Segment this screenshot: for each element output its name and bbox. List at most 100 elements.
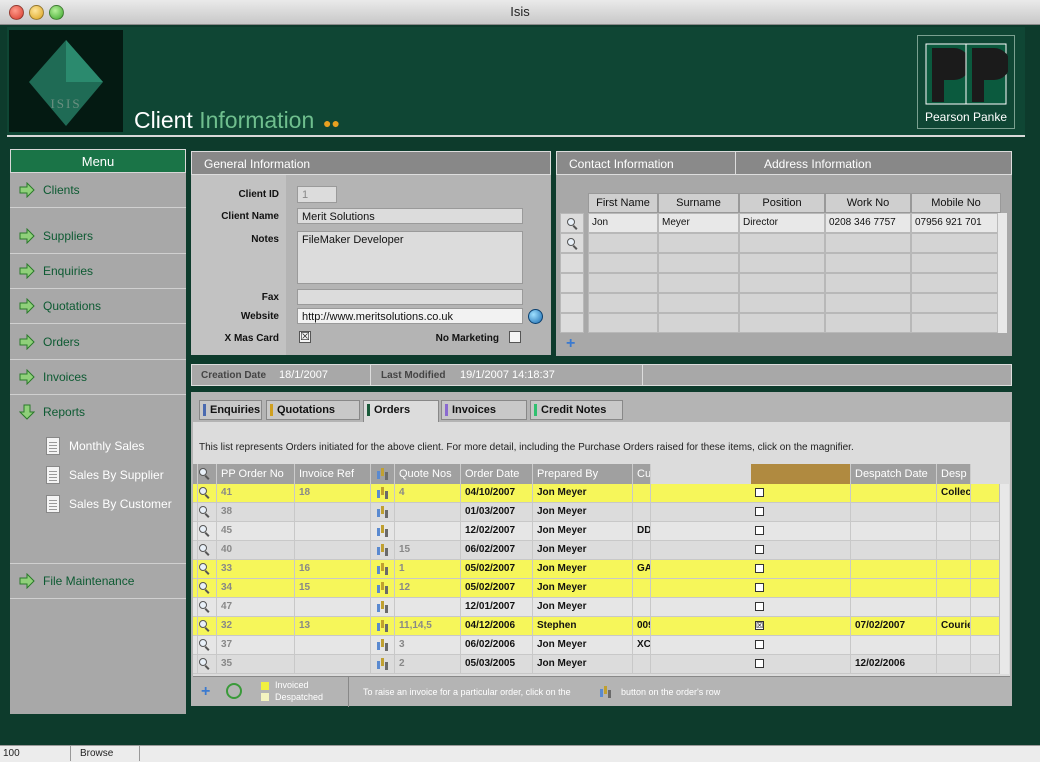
invoice-icon[interactable] — [377, 601, 388, 612]
orders-column-header[interactable]: Customer Ref No — [633, 464, 651, 484]
raise-invoice-cell[interactable] — [371, 541, 395, 559]
contact-cell[interactable] — [588, 233, 658, 253]
order-cell[interactable] — [937, 636, 971, 654]
print-cell[interactable] — [193, 503, 198, 521]
sidebar-item-reports[interactable]: Reports — [10, 395, 186, 429]
order-cell[interactable]: 01/03/2007 — [461, 503, 533, 521]
order-cell[interactable]: 009 — [633, 617, 651, 635]
order-cell[interactable] — [851, 503, 937, 521]
order-row[interactable]: 35 2 05/03/2005 Jon Meyer 12/02/2006 — [193, 655, 999, 674]
contact-cell[interactable] — [825, 313, 911, 333]
order-cell[interactable] — [851, 484, 937, 502]
print-cell[interactable] — [193, 617, 198, 635]
invoice-icon[interactable] — [377, 582, 388, 593]
order-cell[interactable] — [937, 541, 971, 559]
order-cell[interactable] — [633, 655, 651, 673]
orders-column-header[interactable] — [193, 464, 198, 484]
invoice-icon[interactable] — [377, 620, 388, 631]
order-cell[interactable]: Jon Meyer — [533, 560, 633, 578]
order-row[interactable]: 3213 11,14,504/12/2006Stephen009 ☒ 07/02/20… — [193, 617, 999, 636]
order-cell[interactable] — [633, 598, 651, 616]
despatched-checkbox[interactable] — [755, 526, 764, 535]
contact-column-header[interactable]: Work No — [825, 193, 911, 213]
order-cell[interactable]: Jon Meyer — [533, 579, 633, 597]
despatched-checkbox[interactable] — [755, 564, 764, 573]
contact-column-header[interactable]: Mobile No — [911, 193, 1001, 213]
contact-cell[interactable] — [658, 313, 739, 333]
tab-enquiries[interactable]: Enquiries — [199, 400, 262, 420]
add-contact-icon[interactable]: + — [566, 336, 575, 352]
order-cell[interactable]: 4 — [395, 484, 461, 502]
print-cell[interactable] — [193, 579, 198, 597]
order-cell[interactable]: 05/02/2007 — [461, 560, 533, 578]
order-cell[interactable] — [395, 503, 461, 521]
order-cell[interactable] — [295, 636, 371, 654]
magnifier-icon[interactable] — [199, 525, 210, 536]
contact-cell[interactable]: Director — [739, 213, 825, 233]
raise-invoice-cell[interactable] — [371, 560, 395, 578]
order-cell[interactable]: 04/12/2006 — [461, 617, 533, 635]
contact-cell[interactable]: 07956 921 701 — [911, 213, 1001, 233]
raise-invoice-cell[interactable] — [371, 598, 395, 616]
contact-cell[interactable] — [739, 313, 825, 333]
contact-cell[interactable] — [658, 273, 739, 293]
contact-row-selector[interactable] — [560, 253, 584, 273]
order-cell[interactable] — [633, 503, 651, 521]
tab-credit-notes[interactable]: Credit Notes — [530, 400, 623, 420]
tab-address-information[interactable]: Address Information — [735, 151, 1012, 175]
despatched-checkbox[interactable]: ☒ — [755, 621, 764, 630]
invoice-icon[interactable] — [377, 639, 388, 650]
sidebar-item-clients[interactable]: Clients — [10, 173, 186, 208]
contact-column-header[interactable]: Surname — [658, 193, 739, 213]
orders-header-despatch-flag[interactable] — [751, 464, 851, 484]
tab-quotations[interactable]: Quotations — [266, 400, 360, 420]
contact-cell[interactable] — [658, 233, 739, 253]
order-cell[interactable]: 15 — [395, 541, 461, 559]
order-cell[interactable] — [295, 655, 371, 673]
contact-column-header[interactable]: Position — [739, 193, 825, 213]
magnifier-icon[interactable] — [199, 506, 210, 517]
print-cell[interactable] — [193, 484, 198, 502]
order-row[interactable]: 47 12/01/2007 Jon Meyer — [193, 598, 999, 617]
add-order-icon[interactable]: + — [201, 684, 210, 700]
magnifier-icon[interactable] — [199, 544, 210, 555]
order-row[interactable]: 40 15 06/02/2007 Jon Meyer — [193, 541, 999, 560]
print-cell[interactable] — [193, 636, 198, 654]
order-cell[interactable] — [937, 503, 971, 521]
tab-invoices[interactable]: Invoices — [441, 400, 527, 420]
order-cell[interactable] — [851, 598, 937, 616]
orders-column-header[interactable] — [371, 464, 395, 484]
invoice-icon[interactable] — [377, 563, 388, 574]
order-cell[interactable] — [295, 598, 371, 616]
report-item-monthly-sales[interactable]: Monthly Sales — [46, 435, 186, 461]
order-cell[interactable] — [851, 579, 937, 597]
sidebar-item-suppliers[interactable]: Suppliers — [10, 219, 186, 254]
client-id-field[interactable]: 1 — [297, 186, 337, 203]
print-cell[interactable] — [193, 655, 198, 673]
zoom-level[interactable]: 100 — [3, 748, 20, 759]
orders-column-header[interactable]: Invoice Ref — [295, 464, 371, 484]
despatched-checkbox-cell[interactable] — [751, 636, 851, 654]
contact-row-selector[interactable] — [560, 293, 584, 313]
order-cell[interactable] — [633, 579, 651, 597]
despatched-checkbox-cell[interactable] — [751, 484, 851, 502]
despatched-checkbox[interactable] — [755, 507, 764, 516]
order-cell[interactable]: 38 — [217, 503, 295, 521]
order-cell[interactable]: Collection — [937, 484, 971, 502]
magnifier-icon[interactable] — [199, 658, 210, 669]
order-cell[interactable] — [851, 560, 937, 578]
print-cell[interactable] — [193, 541, 198, 559]
despatched-checkbox-cell[interactable] — [751, 579, 851, 597]
order-cell[interactable]: 12/01/2007 — [461, 598, 533, 616]
order-cell[interactable]: 05/03/2005 — [461, 655, 533, 673]
contact-cell[interactable] — [658, 293, 739, 313]
contact-cell[interactable] — [658, 253, 739, 273]
website-field[interactable]: http://www.meritsolutions.co.uk — [297, 308, 523, 324]
order-cell[interactable] — [633, 484, 651, 502]
order-cell[interactable]: Jon Meyer — [533, 484, 633, 502]
order-cell[interactable]: 18 — [295, 484, 371, 502]
raise-invoice-cell[interactable] — [371, 503, 395, 521]
despatched-checkbox[interactable] — [755, 488, 764, 497]
order-cell[interactable]: 12 — [395, 579, 461, 597]
despatched-checkbox[interactable] — [755, 583, 764, 592]
